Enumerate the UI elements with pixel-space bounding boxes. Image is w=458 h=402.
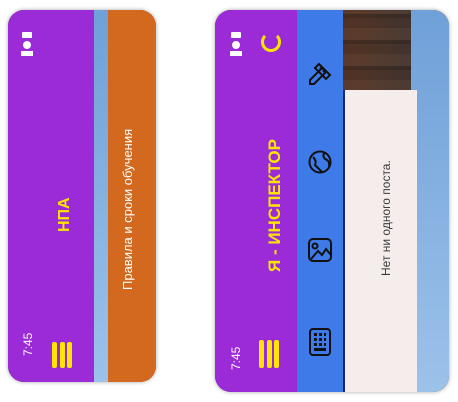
keyboard-icon (309, 328, 331, 356)
tab-keyboard[interactable] (297, 312, 343, 372)
refresh-icon[interactable] (261, 32, 281, 52)
status-time: 7:45 (229, 346, 243, 370)
sky-strip (94, 10, 108, 382)
wifi-icon (23, 41, 31, 49)
app-header (8, 10, 94, 382)
tab-pencil-ruler[interactable] (297, 44, 343, 104)
menu-icon[interactable] (259, 340, 279, 368)
page-title: Я - ИНСПЕКТОР (265, 139, 284, 272)
status-time: 7:45 (21, 332, 35, 356)
tab-globe[interactable] (297, 132, 343, 192)
right-phone: 7:45 Я - ИНСПЕКТОР Нет ни одного поста. (215, 10, 449, 392)
banner-label: Правила и сроки обучения (120, 128, 135, 290)
battery-icon (231, 32, 241, 38)
signal-icon (230, 51, 242, 56)
wifi-icon (232, 41, 240, 49)
empty-message: Нет ни одного поста. (379, 160, 393, 276)
tab-image[interactable] (297, 220, 343, 280)
status-icons (227, 32, 247, 58)
page-title: НПА (56, 197, 73, 232)
image-icon (308, 238, 332, 262)
menu-icon[interactable] (52, 342, 72, 368)
left-phone: 7:45 НПА Правила и сроки обучения (8, 10, 156, 382)
signal-icon (21, 51, 33, 56)
battery-icon (22, 32, 32, 38)
globe-icon (308, 150, 332, 174)
pencil-ruler-icon (309, 62, 332, 85)
status-icons (18, 32, 38, 58)
